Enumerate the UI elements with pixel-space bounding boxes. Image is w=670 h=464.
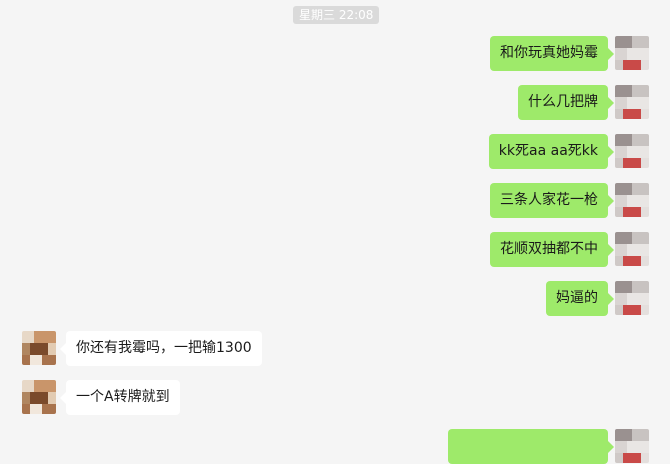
my-avatar[interactable]	[615, 134, 649, 168]
contact-avatar[interactable]	[22, 380, 56, 414]
chat-window: 星期三 22:08 和你玩真她妈霉 什么几把牌 kk死aa aa死kk 三条人家…	[0, 0, 670, 464]
message-bubble-incoming[interactable]: 一个A转牌就到	[60, 380, 180, 415]
message-bubble-outgoing[interactable]: 花顺双抽都不中	[490, 232, 614, 267]
message-bubble-outgoing[interactable]: kk死aa aa死kk	[488, 134, 615, 169]
my-avatar[interactable]	[615, 36, 649, 70]
my-avatar[interactable]	[615, 232, 649, 266]
message-bubble-incoming[interactable]: 你还有我霉吗，一把输1300	[60, 331, 262, 366]
message-bubble-outgoing[interactable]: 和你玩真她妈霉	[490, 36, 614, 71]
my-avatar[interactable]	[615, 183, 649, 217]
message-bubble-outgoing[interactable]: 什么几把牌	[518, 85, 614, 120]
my-avatar[interactable]	[615, 281, 649, 315]
timestamp-divider: 星期三 22:08	[293, 6, 380, 24]
my-avatar[interactable]	[615, 85, 649, 119]
contact-avatar[interactable]	[22, 331, 56, 365]
my-avatar[interactable]	[615, 429, 649, 463]
message-bubble-outgoing[interactable]: 三条人家花一枪	[490, 183, 614, 218]
message-bubble-outgoing[interactable]: 妈逼的	[546, 281, 614, 316]
message-bubble-outgoing[interactable]	[448, 429, 614, 464]
